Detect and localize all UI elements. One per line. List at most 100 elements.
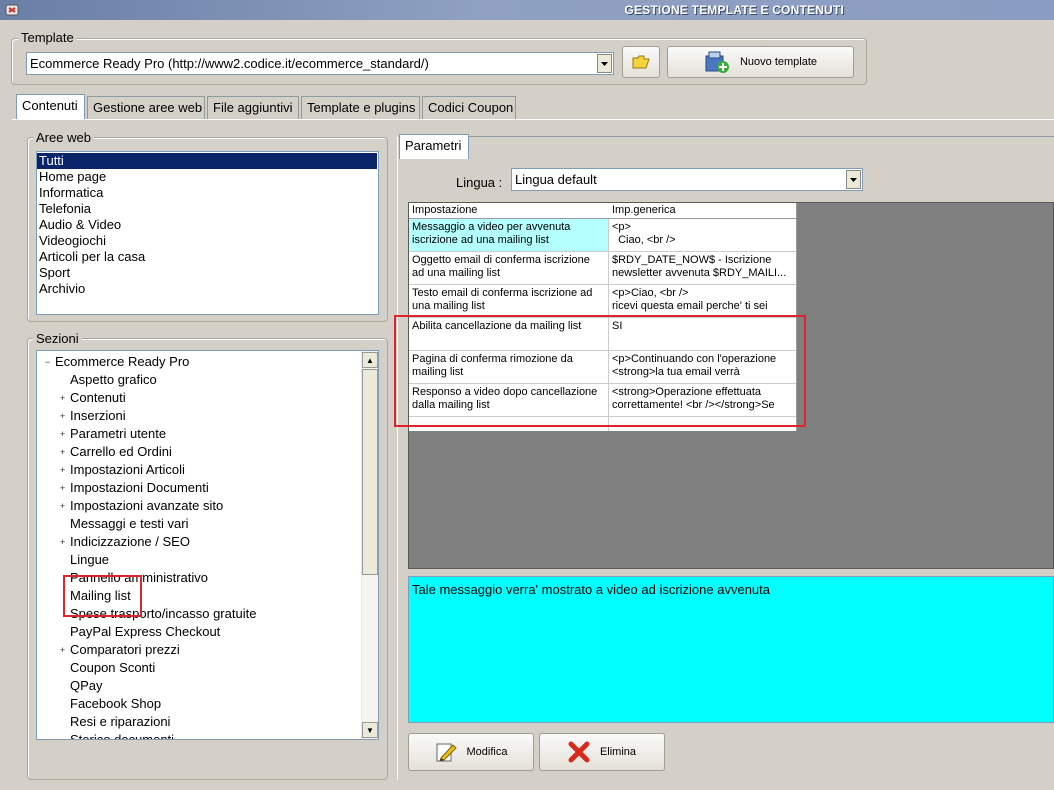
parametri-tab-line	[397, 136, 1054, 137]
cell-imp-generica: <p> Ciao, <br />	[612, 221, 676, 246]
tree-item[interactable]: QPay	[37, 677, 357, 695]
tree-item-label: PayPal Express Checkout	[70, 624, 221, 639]
tree-item[interactable]: + Inserzioni	[37, 407, 357, 425]
annotation-box-mailing-list	[63, 575, 142, 617]
list-item[interactable]: Informatica	[37, 185, 378, 201]
tree-item[interactable]: + Impostazioni Articoli	[37, 461, 357, 479]
tree-item-label: Inserzioni	[70, 408, 126, 423]
list-item[interactable]: Audio & Video	[37, 217, 378, 233]
lingua-label: Lingua :	[456, 175, 503, 190]
cell-imp-generica: <p>Ciao, <br /> ricevi questa email perc…	[612, 287, 768, 312]
list-item[interactable]: Archivio	[37, 281, 378, 297]
tree-item[interactable]: + Indicizzazione / SEO	[37, 533, 357, 551]
new-template-button[interactable]: Nuovo template	[667, 46, 854, 78]
chevron-down-icon[interactable]	[846, 170, 861, 189]
tab-codici-coupon[interactable]: Codici Coupon	[422, 96, 516, 119]
window-title: GESTIONE TEMPLATE E CONTENUTI	[624, 3, 844, 17]
annotation-box-mailing-params	[394, 315, 806, 427]
modifica-button[interactable]: Modifica	[408, 733, 534, 771]
tree-item-label: Aspetto grafico	[70, 372, 157, 387]
collapse-icon[interactable]: −	[43, 358, 52, 367]
scroll-thumb[interactable]	[362, 369, 378, 575]
open-folder-button[interactable]	[622, 46, 660, 78]
list-item[interactable]: Articoli per la casa	[37, 249, 378, 265]
lingua-select-value: Lingua default	[515, 172, 597, 187]
expand-icon[interactable]: +	[58, 448, 67, 457]
modifica-label: Modifica	[466, 746, 508, 758]
template-select[interactable]: Ecommerce Ready Pro (http://www2.codice.…	[26, 52, 614, 75]
tab-template-plugins[interactable]: Template e plugins	[301, 96, 420, 119]
tab-gestione-aree-web[interactable]: Gestione aree web	[87, 96, 205, 119]
tree-item-label: Impostazioni Articoli	[70, 462, 185, 477]
tree-item[interactable]: Storico documenti	[37, 731, 357, 739]
tree-item[interactable]: + Parametri utente	[37, 425, 357, 443]
cell-impostazione: Testo email di conferma iscrizione ad un…	[409, 285, 609, 317]
new-template-label: Nuovo template	[739, 56, 818, 68]
column-header-impostazione[interactable]: Impostazione	[412, 204, 477, 216]
expand-icon[interactable]: +	[58, 394, 67, 403]
chevron-down-icon[interactable]	[597, 54, 612, 73]
list-item[interactable]: Sport	[37, 265, 378, 281]
list-item[interactable]: Telefonia	[37, 201, 378, 217]
tree-item-label: Impostazioni avanzate sito	[70, 498, 224, 513]
tree-item-label: Messaggi e testi vari	[70, 516, 189, 531]
tree-item-label: Resi e riparazioni	[70, 714, 171, 729]
list-item[interactable]: Videogiochi	[37, 233, 378, 249]
tree-item-label: Facebook Shop	[70, 696, 162, 711]
sezioni-label: Sezioni	[33, 331, 82, 346]
tree-root-label: Ecommerce Ready Pro	[55, 354, 190, 369]
delete-icon	[568, 741, 590, 763]
sezioni-tree[interactable]: − Ecommerce Ready Pro Aspetto grafico + Co…	[36, 350, 379, 740]
aree-web-list[interactable]: Tutti Home page Informatica Telefonia Au…	[36, 151, 379, 315]
expand-icon[interactable]: +	[58, 430, 67, 439]
tree-item-label: QPay	[70, 678, 103, 693]
table-row[interactable]: Testo email di conferma iscrizione ad un…	[409, 285, 796, 318]
tree-item[interactable]: PayPal Express Checkout	[37, 623, 357, 641]
scroll-up-icon[interactable]: ▲	[362, 352, 378, 368]
tree-item[interactable]: + Contenuti	[37, 389, 357, 407]
expand-icon[interactable]: +	[58, 538, 67, 547]
template-select-value: Ecommerce Ready Pro (http://www2.codice.…	[30, 56, 429, 71]
tree-item-label: Lingue	[70, 552, 110, 567]
aree-web-label: Aree web	[33, 130, 94, 145]
expand-icon[interactable]: +	[58, 502, 67, 511]
new-template-icon	[705, 51, 729, 73]
scroll-down-icon[interactable]: ▼	[362, 722, 378, 738]
tab-contenuti[interactable]: Contenuti	[16, 94, 85, 119]
table-row[interactable]: Messaggio a video per avvenuta iscrizion…	[409, 219, 796, 252]
tree-item[interactable]: Facebook Shop	[37, 695, 357, 713]
expand-icon[interactable]: +	[58, 484, 67, 493]
sezioni-scrollbar[interactable]: ▲ ▼	[361, 351, 378, 739]
tree-item[interactable]: Coupon Sconti	[37, 659, 357, 677]
tree-item-label: Carrello ed Ordini	[70, 444, 172, 459]
tree-item[interactable]: Resi e riparazioni	[37, 713, 357, 731]
expand-icon[interactable]: +	[58, 412, 67, 421]
tree-item[interactable]: Lingue	[37, 551, 357, 569]
elimina-button[interactable]: Elimina	[539, 733, 665, 771]
cell-imp-generica: $RDY_DATE_NOW$ - Iscrizione newsletter a…	[612, 254, 787, 279]
tree-item[interactable]: + Comparatori prezzi	[37, 641, 357, 659]
table-row[interactable]: Oggetto email di conferma iscrizione ad …	[409, 252, 796, 285]
cell-impostazione: Oggetto email di conferma iscrizione ad …	[409, 252, 609, 284]
tree-item[interactable]: Messaggi e testi vari	[37, 515, 357, 533]
list-item[interactable]: Home page	[37, 169, 378, 185]
column-header-imp-generica[interactable]: Imp.generica	[612, 204, 676, 216]
tree-item[interactable]: + Impostazioni avanzate sito	[37, 497, 357, 515]
expand-icon[interactable]: +	[58, 466, 67, 475]
list-item-tutti[interactable]: Tutti	[37, 153, 377, 169]
tab-parametri[interactable]: Parametri	[399, 134, 469, 159]
expand-icon[interactable]: +	[58, 646, 67, 655]
tree-root[interactable]: − Ecommerce Ready Pro	[37, 353, 357, 371]
tab-file-aggiuntivi[interactable]: File aggiuntivi	[207, 96, 299, 119]
tree-item-label: Indicizzazione / SEO	[70, 534, 190, 549]
description-box: Tale messaggio verra' mostrato a video a…	[408, 576, 1054, 723]
lingua-select[interactable]: Lingua default	[511, 168, 863, 191]
tree-item[interactable]: Aspetto grafico	[37, 371, 357, 389]
template-group-label: Template	[18, 30, 77, 45]
tree-item[interactable]: + Impostazioni Documenti	[37, 479, 357, 497]
tab-panel-border	[12, 119, 1054, 120]
description-text: Tale messaggio verra' mostrato a video a…	[412, 582, 770, 597]
tree-item[interactable]: + Carrello ed Ordini	[37, 443, 357, 461]
app-icon	[5, 4, 19, 16]
tree-item-label: Parametri utente	[70, 426, 167, 441]
